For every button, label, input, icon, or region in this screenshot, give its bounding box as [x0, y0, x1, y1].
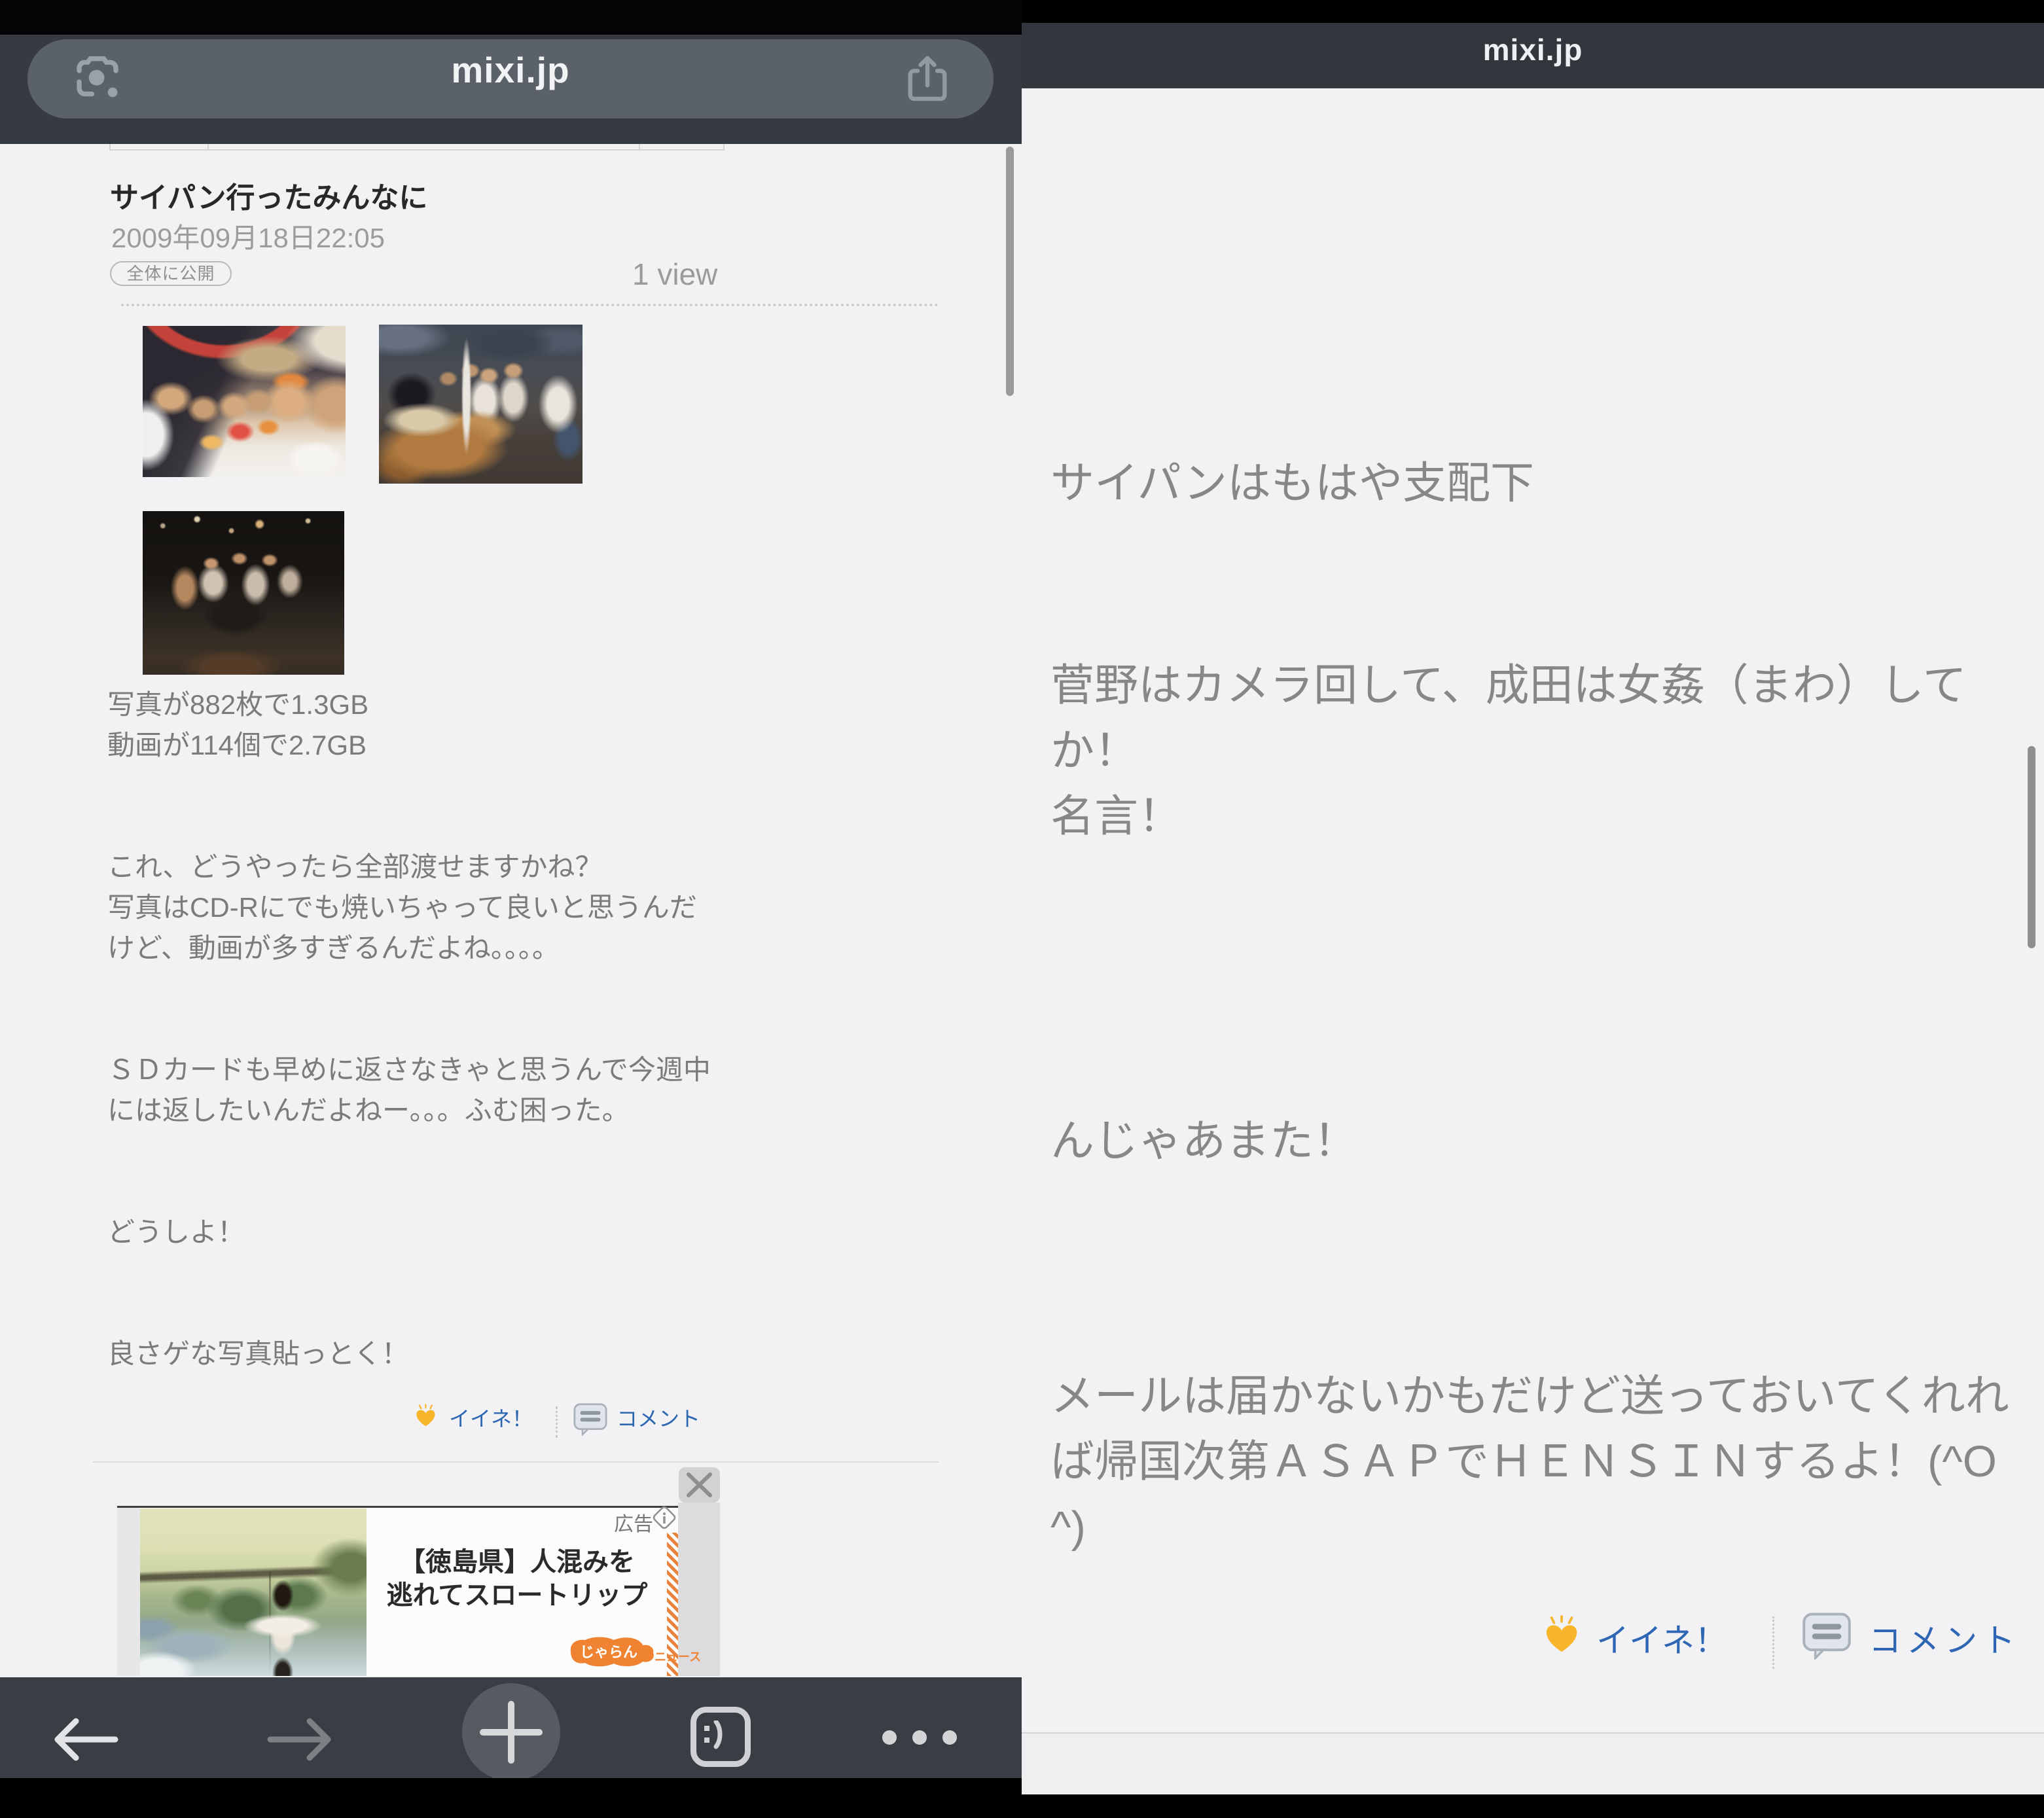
svg-text:ニュース: ニュース — [654, 1650, 701, 1664]
svg-text:じゃらん: じゃらん — [580, 1644, 637, 1660]
